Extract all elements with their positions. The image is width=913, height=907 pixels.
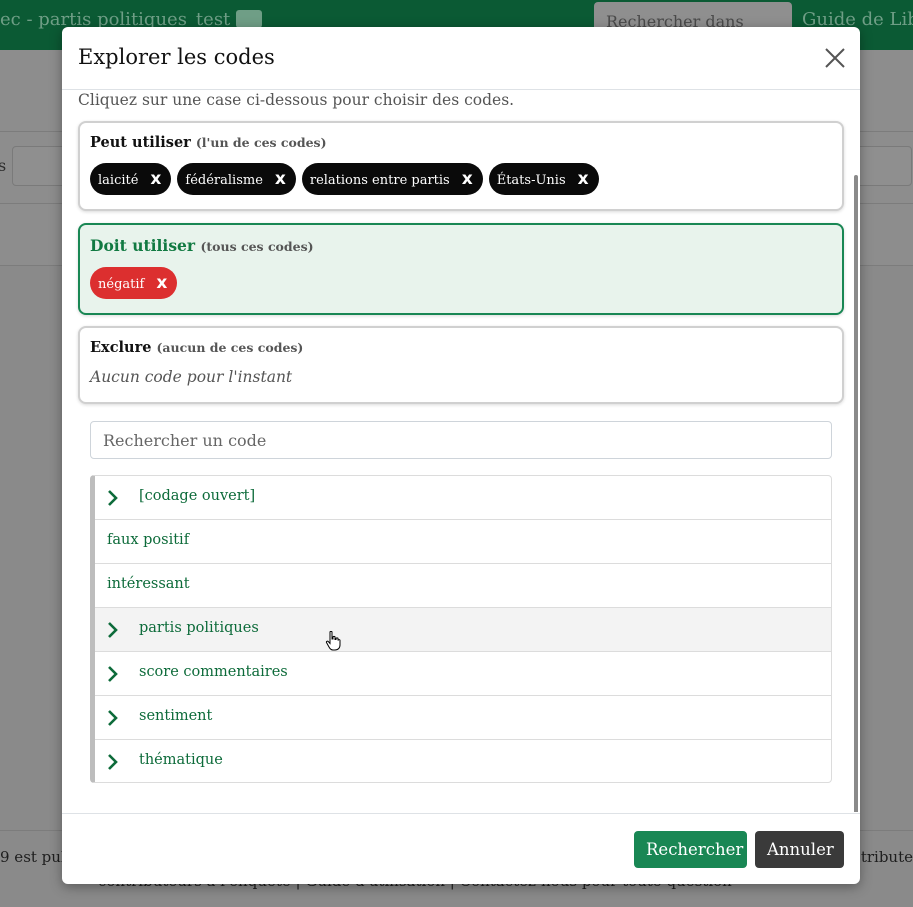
- can-use-chips: laicité x fédéralisme x relations entre part…: [90, 163, 605, 195]
- can-use-heading: Peut utiliser (l'un de ces codes): [90, 134, 327, 151]
- explore-codes-modal: Explorer les codes Cliquez sur une case …: [62, 27, 860, 884]
- code-search-input[interactable]: [90, 421, 832, 459]
- code-label: intéressant: [107, 576, 190, 592]
- list-item[interactable]: partis politiques: [95, 608, 831, 652]
- exclude-empty-text: Aucun code pour l'instant: [90, 368, 293, 386]
- code-label: partis politiques: [139, 620, 259, 636]
- footer-text: 9 est pub: [0, 848, 71, 866]
- chevron-right-icon[interactable]: [107, 490, 119, 506]
- list-item[interactable]: thématique: [95, 740, 831, 782]
- chevron-right-icon[interactable]: [107, 666, 119, 682]
- code-tree: [codage ouvert] faux positif intéressant…: [90, 475, 832, 783]
- code-label: thématique: [139, 752, 223, 768]
- exclude-heading: Exclure (aucun de ces codes): [90, 339, 304, 356]
- list-item[interactable]: faux positif: [95, 520, 831, 564]
- list-item[interactable]: [codage ouvert]: [95, 476, 831, 520]
- briefcase-icon: [236, 10, 263, 28]
- hand-cursor-icon: [325, 631, 341, 651]
- modal-scrollbar[interactable]: [854, 175, 858, 812]
- chevron-right-icon[interactable]: [107, 754, 119, 770]
- chevron-right-icon[interactable]: [107, 622, 119, 638]
- list-item[interactable]: intéressant: [95, 564, 831, 608]
- remove-chip-icon[interactable]: x: [462, 169, 473, 189]
- modal-title: Explorer les codes: [78, 45, 275, 69]
- footer-text: tribute: [860, 848, 913, 866]
- modal-body: Cliquez sur une case ci-dessous pour cho…: [62, 91, 860, 812]
- remove-chip-icon[interactable]: x: [578, 169, 589, 189]
- exclude-box[interactable]: Exclure (aucun de ces codes) Aucun code …: [78, 326, 844, 404]
- can-use-box[interactable]: Peut utiliser (l'un de ces codes) laicit…: [78, 121, 844, 211]
- remove-chip-icon[interactable]: x: [275, 169, 286, 189]
- must-use-box[interactable]: Doit utiliser (tous ces codes) négatif x: [78, 223, 844, 315]
- remove-chip-icon[interactable]: x: [150, 169, 161, 189]
- code-label: score commentaires: [139, 664, 288, 680]
- bg-fragment: s: [0, 156, 7, 175]
- code-chip[interactable]: relations entre partis x: [301, 163, 483, 195]
- code-chip[interactable]: laicité x: [90, 163, 172, 195]
- chevron-right-icon[interactable]: [107, 710, 119, 726]
- code-chip[interactable]: États-Unis x: [488, 163, 599, 195]
- modal-footer: Rechercher Annuler: [62, 813, 860, 884]
- code-chip[interactable]: négatif x: [90, 267, 178, 299]
- intro-text: Cliquez sur une case ci-dessous pour cho…: [78, 91, 515, 109]
- must-use-chips: négatif x: [90, 267, 183, 299]
- code-chip[interactable]: fédéralisme x: [177, 163, 296, 195]
- code-label: sentiment: [139, 708, 213, 724]
- list-item[interactable]: sentiment: [95, 696, 831, 740]
- code-label: [codage ouvert]: [139, 488, 256, 504]
- close-icon[interactable]: [824, 47, 846, 69]
- cancel-button[interactable]: Annuler: [755, 831, 844, 868]
- must-use-heading: Doit utiliser (tous ces codes): [90, 236, 314, 255]
- search-button[interactable]: Rechercher: [634, 831, 747, 868]
- list-item[interactable]: score commentaires: [95, 652, 831, 696]
- modal-header: Explorer les codes: [62, 27, 860, 90]
- code-label: faux positif: [107, 532, 190, 548]
- remove-chip-icon[interactable]: x: [156, 273, 167, 293]
